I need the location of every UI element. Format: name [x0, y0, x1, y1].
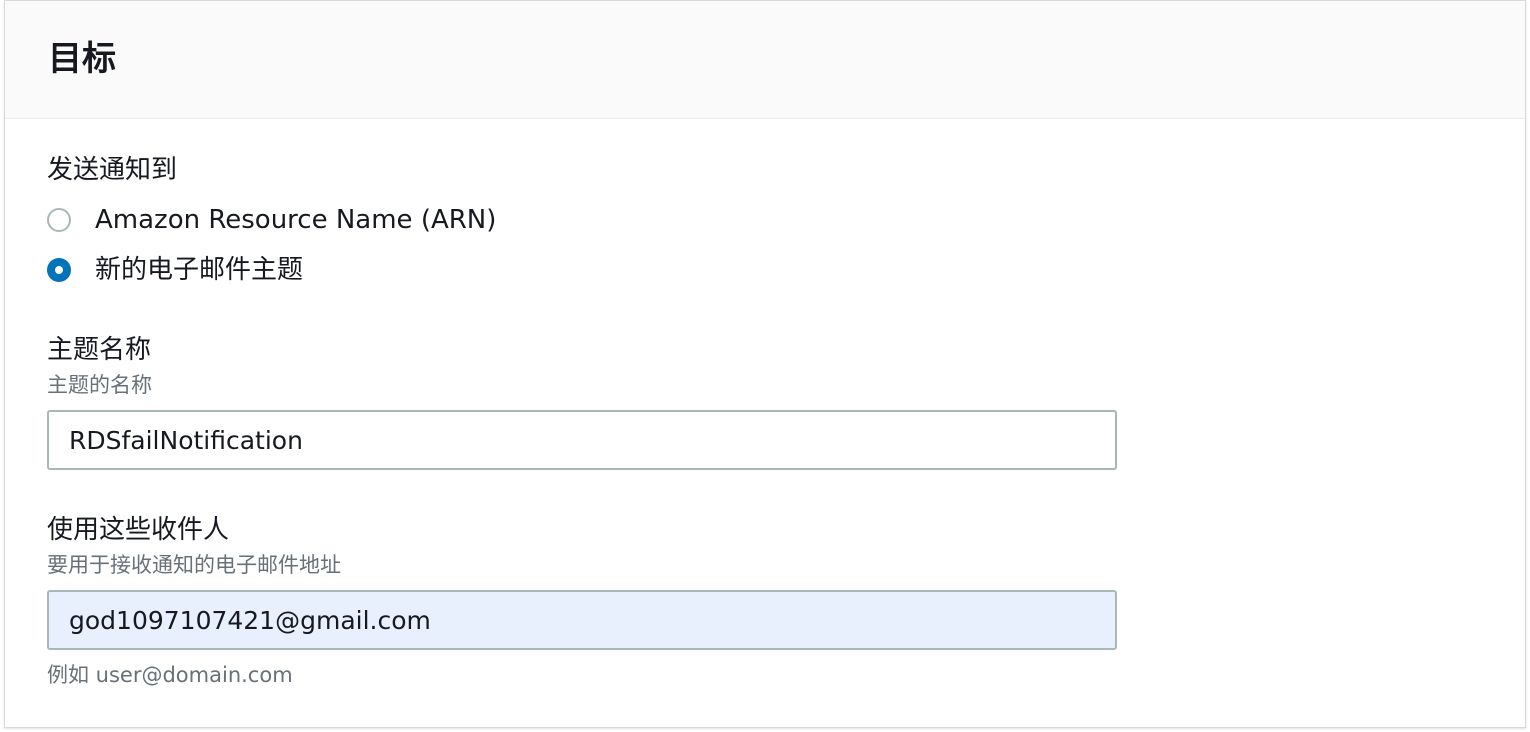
radio-arn-label[interactable]: Amazon Resource Name (ARN) — [95, 203, 496, 237]
send-to-label: 发送通知到 — [47, 155, 178, 185]
radio-option-arn[interactable]: Amazon Resource Name (ARN) — [47, 203, 496, 237]
topic-name-description: 主题的名称 — [47, 373, 152, 397]
destination-panel: 目标 发送通知到 Amazon Resource Name (ARN) 新的电子… — [4, 0, 1526, 728]
radio-arn-button[interactable] — [47, 208, 71, 232]
radio-new-email-topic-button[interactable] — [47, 258, 71, 282]
recipients-hint: 例如 user@domain.com — [47, 663, 293, 687]
radio-option-new-email-topic[interactable]: 新的电子邮件主题 — [47, 253, 303, 287]
panel-header: 目标 — [5, 1, 1525, 119]
radio-new-email-topic-label[interactable]: 新的电子邮件主题 — [95, 253, 303, 287]
recipients-email-input[interactable] — [47, 590, 1117, 650]
panel-title: 目标 — [48, 39, 116, 79]
topic-name-label: 主题名称 — [47, 335, 152, 365]
topic-name-input[interactable] — [47, 410, 1117, 470]
recipients-description: 要用于接收通知的电子邮件地址 — [47, 553, 341, 577]
recipients-label: 使用这些收件人 — [47, 515, 230, 545]
